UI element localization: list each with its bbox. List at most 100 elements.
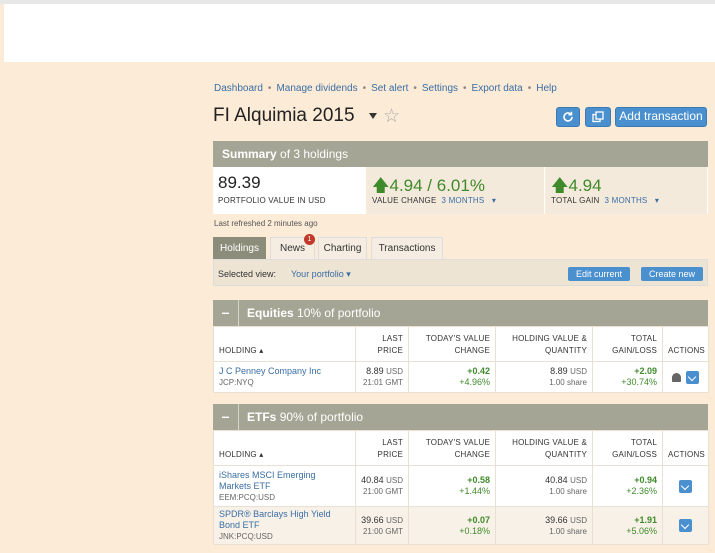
col-today-change: TODAY'S VALUE CHANGE [408, 326, 496, 362]
equities-share: 10% of portfolio [297, 306, 381, 320]
today-change-pct: +0.18% [459, 525, 490, 536]
create-new-button[interactable]: Create new [641, 267, 703, 281]
tab-holdings[interactable]: Holdings [213, 237, 266, 259]
value-change-caption: VALUE CHANGE [372, 196, 437, 205]
nav-help[interactable]: Help [536, 83, 557, 94]
selected-view-dropdown[interactable]: Your portfolio ▾ [291, 269, 351, 280]
add-transaction-button[interactable]: Add transaction [615, 107, 707, 127]
holding-ticker: JCP:NYQ [219, 378, 254, 387]
edit-current-button[interactable]: Edit current [568, 267, 630, 281]
portfolio-title: FI Alquimia 2015 [213, 105, 355, 126]
tab-transactions[interactable]: Transactions [371, 237, 443, 259]
portfolio-value-label: PORTFOLIO VALUE IN USD [218, 196, 326, 205]
col-total-line1: TOTAL [630, 334, 657, 343]
col-actions: ACTIONS [662, 326, 709, 362]
nav-dashboard[interactable]: Dashboard [214, 83, 263, 94]
holding-quantity: 1.00 share [549, 378, 587, 387]
col-today-change: TODAY'S VALUE CHANGE [408, 430, 496, 466]
equities-section-header: – Equities 10% of portfolio [213, 300, 708, 326]
sort-up-icon: ▴ [259, 450, 264, 459]
currency: USD [386, 367, 403, 376]
col-holding-value-line1: HOLDING VALUE & [512, 438, 587, 447]
col-today-line1: TODAY'S VALUE [425, 438, 490, 447]
col-holding[interactable]: HOLDING ▴ [213, 326, 356, 362]
col-holding-value: HOLDING VALUE & QUANTITY [495, 326, 593, 362]
tab-charting[interactable]: Charting [318, 237, 367, 259]
etfs-name: ETFs [247, 410, 277, 424]
col-holding[interactable]: HOLDING ▴ [213, 430, 356, 466]
value-change-period[interactable]: 3 MONTHS [442, 196, 485, 205]
value-change-text: 4.94 / 6.01% [389, 176, 485, 195]
col-last-price: LAST PRICE [355, 326, 409, 362]
actions-dropdown-button[interactable] [686, 370, 699, 384]
copy-portfolio-button[interactable] [585, 107, 611, 127]
col-holding-value-line1: HOLDING VALUE & [512, 334, 587, 343]
value-change-box: 🡅4.94 / 6.01% VALUE CHANGE 3 MONTHS ▾ [367, 167, 545, 214]
nav-settings[interactable]: Settings [422, 83, 458, 94]
chevron-down-icon[interactable]: ▾ [655, 196, 659, 205]
value-change-label: VALUE CHANGE 3 MONTHS ▾ [372, 196, 496, 205]
chevron-down-icon[interactable]: ▾ [492, 196, 496, 205]
holding-ticker: EEM:PCQ:USD [219, 492, 276, 502]
table-row: iShares MSCI Emerging Markets ETF EEM:PCQ… [213, 465, 709, 507]
portfolio-dropdown-icon[interactable] [369, 113, 377, 119]
actions-dropdown-button[interactable] [679, 479, 692, 493]
star-icon[interactable]: ☆ [383, 107, 400, 126]
total-gain-pct: +2.36% [626, 486, 657, 496]
price-time: 21:01 GMT [362, 378, 403, 387]
holding-value: 8.89 [550, 366, 568, 376]
holding-name-link[interactable]: iShares MSCI Emerging Markets ETF [219, 470, 316, 491]
total-gain-pct: +30.74% [621, 377, 657, 387]
nav-separator: • [527, 83, 532, 94]
equities-table: HOLDING ▴ LAST PRICE TODAY'S VALUE CHANGE … [213, 326, 709, 393]
col-last-price-line1: LAST [382, 438, 403, 447]
col-holding-label: HOLDING [219, 450, 257, 459]
currency: USD [386, 476, 403, 485]
total-gain-pct: +5.06% [626, 525, 657, 536]
currency: USD [386, 515, 403, 525]
chevron-down-icon: ▾ [346, 269, 351, 279]
total-gain-value: +0.94 [634, 475, 657, 485]
collapse-etfs-button[interactable]: – [213, 404, 239, 430]
col-total-line2: GAIN/LOSS [612, 346, 657, 355]
actions-dropdown-button[interactable] [679, 519, 692, 532]
etfs-table: HOLDING ▴ LAST PRICE TODAY'S VALUE CHANGE … [213, 430, 709, 545]
col-holding-label: HOLDING [219, 346, 257, 355]
last-price: 40.84 [361, 475, 384, 485]
price-time: 21:00 GMT [362, 487, 403, 496]
refresh-button[interactable] [556, 107, 580, 127]
collapse-equities-button[interactable]: – [213, 300, 239, 326]
currency: USD [570, 367, 587, 376]
col-today-line2: CHANGE [454, 346, 490, 355]
total-gain-period[interactable]: 3 MONTHS [605, 196, 648, 205]
portfolio-value-box: 89.39 PORTFOLIO VALUE IN USD [213, 167, 366, 214]
nav-separator: • [413, 83, 417, 94]
copy-icon [592, 111, 604, 123]
today-change-pct: +4.96% [459, 377, 490, 387]
etfs-share: 90% of portfolio [279, 410, 364, 424]
view-bar: Selected view: Your portfolio ▾ Edit cur… [213, 259, 708, 286]
today-change-pct: +1.44% [459, 486, 490, 496]
nav-export-data[interactable]: Export data [472, 83, 523, 94]
total-gain-value: +1.91 [634, 514, 657, 525]
nav-set-alert[interactable]: Set alert [371, 83, 408, 94]
up-arrow-icon: 🡅 [372, 176, 390, 195]
currency: USD [570, 515, 587, 525]
holding-name-link[interactable]: J C Penney Company Inc [219, 366, 321, 376]
holding-value: 40.84 [545, 475, 568, 485]
currency: USD [570, 476, 587, 485]
col-last-price-line1: LAST [382, 334, 403, 343]
etfs-title: ETFs 90% of portfolio [247, 410, 363, 424]
today-change: +0.58 [467, 475, 490, 485]
table-row: J C Penney Company Inc JCP:NYQ 8.89 USD 21… [213, 361, 709, 393]
holding-quantity: 1.00 share [549, 487, 587, 496]
nav-manage-dividends[interactable]: Manage dividends [276, 83, 357, 94]
etfs-section-header: – ETFs 90% of portfolio [213, 404, 708, 430]
selected-view-value: Your portfolio [291, 269, 344, 279]
col-total-line2: GAIN/LOSS [612, 450, 657, 459]
portfolio-value: 89.39 [218, 173, 261, 192]
holding-name-link[interactable]: SPDR® Barclays High Yield Bond ETF [219, 509, 331, 530]
bell-icon[interactable] [672, 372, 681, 382]
news-badge: 1 [304, 234, 315, 245]
col-today-line1: TODAY'S VALUE [425, 334, 490, 343]
